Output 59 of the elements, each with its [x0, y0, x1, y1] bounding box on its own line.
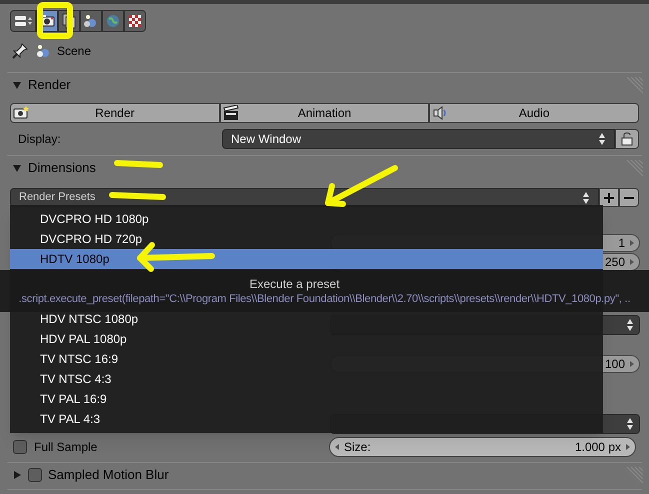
menu-item[interactable]: HDTV 1080p: [10, 249, 603, 269]
lock-button[interactable]: [615, 129, 639, 149]
menu-item[interactable]: TV NTSC 4:3: [10, 369, 603, 389]
up-down-arrows-icon: [598, 132, 606, 146]
display-dropdown[interactable]: New Window: [222, 129, 615, 149]
menu-item[interactable]: TV PAL 16:9: [10, 389, 603, 409]
clapperboard-icon: [222, 105, 239, 121]
drag-handle-icon[interactable]: [627, 77, 643, 93]
checkbox-label: Full Sample: [34, 439, 98, 456]
pin-icon[interactable]: [11, 42, 29, 60]
right-arrow-icon: [625, 443, 631, 451]
scene-label: Scene: [57, 43, 92, 60]
speaker-icon: [432, 105, 448, 121]
menu-item[interactable]: DVCPRO HD 720p: [10, 229, 603, 249]
checkbox[interactable]: [13, 440, 27, 454]
globe-icon: [104, 12, 122, 30]
up-down-arrows-icon: [582, 190, 590, 204]
python-path: .script.execute_preset(filepath="C:\\Program Files\\Blender Foundation\\Blender\\2.70\\scripts\\presets\\render\\HDTV_1080p.py", ..: [18, 292, 630, 307]
panel-title[interactable]: Render: [28, 75, 71, 95]
menu-item[interactable]: HDV NTSC 1080p: [10, 309, 603, 329]
plus-icon: [603, 192, 615, 204]
up-down-arrows-icon: [626, 417, 634, 431]
drag-handle-icon[interactable]: [627, 467, 643, 483]
up-down-arrows-icon: [626, 318, 634, 332]
render-button[interactable]: Render: [10, 103, 220, 123]
panel-title[interactable]: Sampled Motion Blur: [48, 465, 169, 485]
menu-item[interactable]: TV PAL 4:3: [10, 409, 603, 429]
left-arrow-icon: [334, 443, 340, 451]
annotation-outline: [37, 2, 73, 39]
checkbox[interactable]: [28, 468, 42, 482]
checker-icon: [126, 12, 144, 30]
menu-item[interactable]: DVCPRO HD 1080p: [10, 209, 603, 229]
render-button[interactable]: Audio: [429, 103, 640, 123]
underline-mark: [114, 160, 163, 168]
expand-triangle-icon[interactable]: [12, 470, 22, 480]
render-camera-icon: [13, 105, 29, 121]
collapse-triangle-icon[interactable]: [12, 80, 22, 90]
right-arrow-icon: [629, 258, 635, 266]
spheres-icon: [35, 43, 51, 59]
right-arrow-icon: [629, 239, 635, 247]
panel-title[interactable]: Dimensions: [28, 158, 96, 178]
editor-type-icon: [14, 15, 32, 27]
padlock-icon: [621, 132, 633, 146]
display-label: Display:: [17, 131, 62, 148]
remove-preset-button[interactable]: [619, 188, 639, 207]
properties-tab[interactable]: [80, 10, 102, 32]
layers-icon: [60, 12, 78, 30]
tooltip-title: Execute a preset: [249, 276, 340, 291]
right-arrow-icon: [629, 360, 635, 368]
add-preset-button[interactable]: [599, 188, 619, 207]
size-field[interactable]: Size: 1.000 px: [329, 437, 636, 457]
menu-item[interactable]: TV NTSC 16:9: [10, 349, 603, 369]
render-button[interactable]: Animation: [220, 103, 430, 123]
properties-tab[interactable]: [124, 10, 146, 32]
editor-type-button[interactable]: [10, 10, 36, 32]
drag-handle-icon[interactable]: [627, 160, 643, 176]
menu-item[interactable]: HDV PAL 1080p: [10, 329, 603, 349]
collapse-triangle-icon[interactable]: [12, 163, 22, 173]
underline-mark: [109, 192, 166, 200]
